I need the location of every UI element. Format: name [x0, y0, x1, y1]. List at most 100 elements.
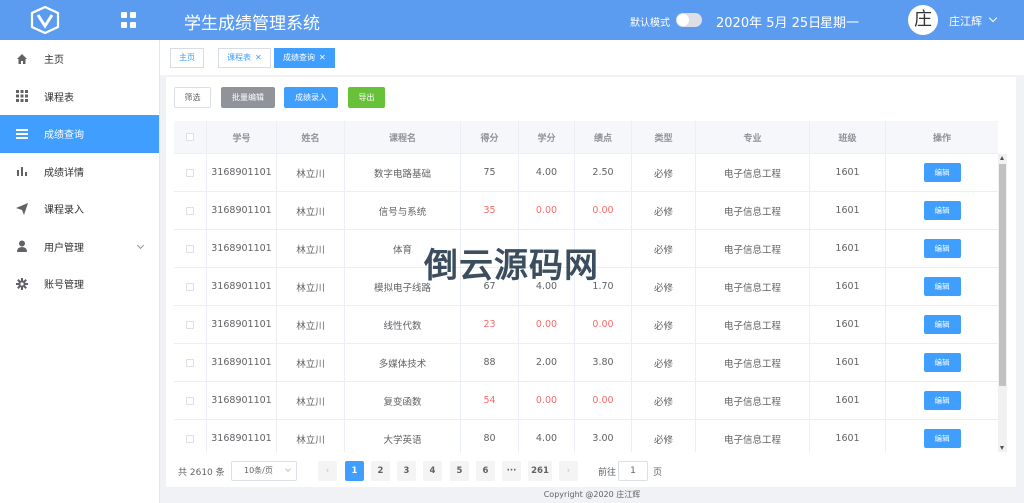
edit-button[interactable]: 编辑 — [923, 391, 961, 410]
column-header[interactable]: 类型 — [632, 121, 696, 153]
page-button[interactable]: 261 — [528, 461, 552, 481]
table-row[interactable]: 3168901101 林立川 大学英语 80 4.00 3.00 必修 电子信息工程 1601 编… — [174, 420, 998, 452]
batch-edit-button[interactable]: 批量编辑 — [221, 87, 275, 108]
column-header[interactable]: 学分 — [519, 121, 575, 153]
major-cell: 电子信息工程 — [696, 192, 810, 229]
column-header[interactable]: 课程名 — [345, 121, 461, 153]
edit-button[interactable]: 编辑 — [923, 353, 961, 372]
sidebar-item-grade-details[interactable]: 成绩详情 — [0, 153, 159, 191]
logo-icon[interactable] — [30, 6, 60, 34]
page-button[interactable]: 6 — [476, 461, 495, 481]
actions-cell: 编辑 — [886, 268, 998, 305]
edit-button[interactable]: 编辑 — [923, 315, 961, 334]
row-select-cell — [174, 154, 207, 191]
tab-home[interactable]: 主页 — [170, 48, 204, 68]
bar-chart-icon — [17, 167, 27, 177]
select-all-checkbox[interactable] — [186, 133, 194, 141]
sidebar-item-home[interactable]: 主页 — [0, 40, 159, 78]
page-button[interactable]: 2 — [371, 461, 390, 481]
gpa-cell: 0.00 — [575, 306, 632, 343]
footer-copyright: Copyright @2020 庄江辉 — [543, 490, 641, 499]
close-icon[interactable]: ✕ — [255, 53, 262, 62]
row-checkbox[interactable] — [186, 282, 194, 291]
edit-button[interactable]: 编辑 — [923, 239, 961, 258]
table-row[interactable]: 3168901101 林立川 数字电路基础 75 4.00 2.50 必修 电子信息工程 160… — [174, 154, 998, 192]
filter-button[interactable]: 筛选 — [174, 87, 211, 108]
sidebar-item-schedule[interactable]: 课程表 — [0, 78, 159, 116]
current-weekday: 星期一 — [820, 16, 860, 31]
page-button[interactable]: 3 — [397, 461, 416, 481]
course-name-cell: 信号与系统 — [345, 192, 461, 229]
sidebar-item-user-management[interactable]: 用户管理 — [0, 228, 159, 266]
more-pages-button[interactable]: ··· — [502, 461, 521, 481]
tab-schedule[interactable]: 课程表 ✕ — [218, 48, 271, 68]
score-cell: 54 — [461, 382, 519, 419]
prev-page-button[interactable]: ‹ — [318, 461, 337, 481]
next-page-button[interactable]: › — [559, 461, 578, 481]
column-header[interactable]: 学号 — [207, 121, 277, 153]
send-icon — [16, 202, 28, 215]
close-icon[interactable]: ✕ — [319, 53, 326, 62]
page-button[interactable]: 1 — [345, 461, 364, 481]
scroll-down-icon[interactable] — [1000, 446, 1004, 450]
edit-button[interactable]: 编辑 — [923, 429, 961, 448]
student-id-cell: 3168901101 — [207, 382, 277, 419]
major-cell: 电子信息工程 — [696, 382, 810, 419]
total-count: 共 2610 条 — [178, 468, 225, 478]
edit-button[interactable]: 编辑 — [923, 277, 961, 296]
scrollbar-thumb[interactable] — [999, 164, 1006, 386]
page-button[interactable]: 4 — [423, 461, 442, 481]
class-cell: 1601 — [810, 382, 886, 419]
edit-button[interactable]: 编辑 — [923, 201, 961, 220]
avatar[interactable]: 庄 — [908, 5, 938, 35]
row-checkbox[interactable] — [186, 168, 194, 177]
row-checkbox[interactable] — [186, 244, 194, 253]
row-checkbox[interactable] — [186, 320, 194, 329]
sidebar-item-course-entry[interactable]: 课程录入 — [0, 190, 159, 228]
edit-button[interactable]: 编辑 — [923, 163, 961, 182]
course-type-cell: 必修 — [632, 382, 696, 419]
student-id-cell: 3168901101 — [207, 192, 277, 229]
course-type-cell: 必修 — [632, 306, 696, 343]
course-type-cell: 必修 — [632, 420, 696, 452]
class-cell: 1601 — [810, 344, 886, 381]
menu-toggle-icon[interactable] — [121, 12, 137, 28]
credit-cell: 2.00 — [519, 344, 575, 381]
sidebar-item-grade-query[interactable]: 成绩查询 — [0, 115, 159, 153]
table-row[interactable]: 3168901101 林立川 信号与系统 35 0.00 0.00 必修 电子信息工程 1601… — [174, 192, 998, 230]
sidebar-item-label: 课程录入 — [44, 205, 84, 217]
column-header[interactable]: 姓名 — [277, 121, 345, 153]
dark-mode-toggle[interactable] — [676, 13, 702, 27]
dark-mode-label: 默认模式 — [630, 18, 670, 29]
page-button[interactable]: 5 — [450, 461, 469, 481]
row-checkbox[interactable] — [186, 358, 194, 367]
table-scrollbar[interactable] — [998, 154, 1007, 452]
column-header[interactable]: 班级 — [810, 121, 886, 153]
scroll-up-icon[interactable] — [1000, 156, 1004, 160]
row-checkbox[interactable] — [186, 206, 194, 215]
sidebar-item-account-management[interactable]: 账号管理 — [0, 265, 159, 303]
course-type-cell: 必修 — [632, 344, 696, 381]
row-checkbox[interactable] — [186, 434, 194, 443]
chevron-down-icon[interactable] — [988, 13, 998, 23]
credit-cell: 0.00 — [519, 192, 575, 229]
table-row[interactable]: 3168901101 林立川 多媒体技术 88 2.00 3.80 必修 电子信息工程 1601… — [174, 344, 998, 382]
user-name[interactable]: 庄江辉 — [949, 13, 982, 29]
sidebar-item-label: 课程表 — [44, 92, 74, 104]
actions-cell: 编辑 — [886, 230, 998, 267]
page-size-select[interactable]: 10条/页 — [231, 461, 297, 481]
table-row[interactable]: 3168901101 林立川 复变函数 54 0.00 0.00 必修 电子信息工程 1601 编… — [174, 382, 998, 420]
tab-grade-query[interactable]: 成绩查询 ✕ — [274, 48, 335, 68]
export-button[interactable]: 导出 — [348, 87, 385, 108]
table-row[interactable]: 3168901101 林立川 线性代数 23 0.00 0.00 必修 电子信息工程 1601 编… — [174, 306, 998, 344]
column-header[interactable]: 专业 — [696, 121, 810, 153]
grade-entry-button[interactable]: 成绩录入 — [284, 87, 338, 108]
column-header[interactable]: 绩点 — [575, 121, 632, 153]
current-date: 2020年 5月 25日 — [716, 16, 822, 31]
major-cell: 电子信息工程 — [696, 154, 810, 191]
row-checkbox[interactable] — [186, 396, 194, 405]
column-header[interactable]: 得分 — [461, 121, 519, 153]
gpa-cell: 2.50 — [575, 154, 632, 191]
course-type-cell: 必修 — [632, 230, 696, 267]
goto-page-input[interactable]: 1 — [618, 461, 648, 481]
